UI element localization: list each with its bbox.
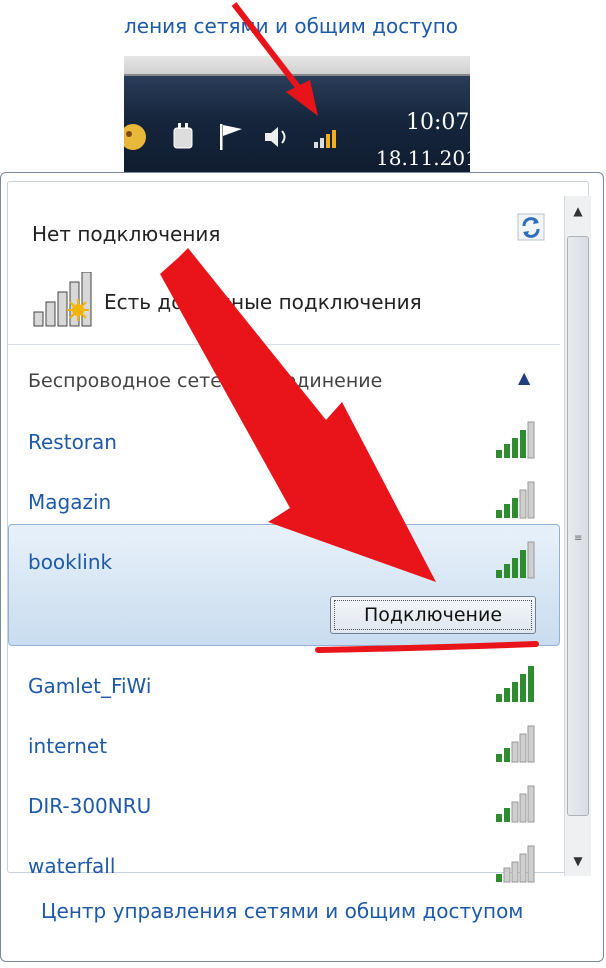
scrollbar-thumb[interactable]: ≡ (567, 236, 589, 816)
network-popup: Нет подключения Есть доступные подключен… (0, 172, 604, 962)
network-list-panel: Нет подключения Есть доступные подключен… (7, 181, 591, 883)
chevron-up-icon[interactable]: ▲ (518, 368, 530, 387)
connection-status-title: Нет подключения (32, 222, 221, 246)
clock-time[interactable]: 10:07 (406, 110, 469, 135)
scroll-up-arrow-icon[interactable]: ▲ (565, 196, 591, 226)
wifi-signal-icon (496, 785, 535, 823)
wifi-signal-icon (496, 666, 534, 702)
taskbar-screenshot: ления сетями и общим доступо 10:07 18.11… (124, 0, 470, 178)
wifi-signal-icon (496, 421, 535, 459)
clock-date[interactable]: 18.11.201 (376, 146, 470, 170)
network-item-restoran[interactable]: Restoran (28, 430, 117, 454)
speaker-icon[interactable] (260, 120, 294, 154)
system-tray (124, 120, 344, 164)
network-center-link-top[interactable]: ления сетями и общим доступо (124, 14, 458, 38)
refresh-icon[interactable] (516, 212, 546, 242)
connect-button[interactable]: Подключение (330, 596, 536, 634)
network-center-link[interactable]: Центр управления сетями и общим доступом (41, 899, 523, 923)
wireless-section-title: Беспроводное сетевое соединение (28, 370, 383, 392)
wifi-signal-icon (496, 845, 535, 883)
network-icon[interactable] (310, 120, 344, 154)
wifi-signal-icon (496, 725, 535, 763)
header-divider (124, 56, 470, 74)
app-icon[interactable] (124, 120, 150, 154)
network-item-magazin[interactable]: Magazin (28, 490, 111, 514)
flag-icon[interactable] (214, 120, 248, 154)
scrollbar[interactable]: ▲ ≡ ▼ (564, 196, 591, 876)
network-item-gamlet-fiwi[interactable]: Gamlet_FiWi (28, 674, 151, 698)
network-item-booklink[interactable]: booklink (28, 550, 112, 574)
wifi-signal-icon (32, 271, 98, 328)
wifi-signal-icon (496, 481, 535, 519)
network-item-dir-300nru[interactable]: DIR-300NRU (28, 794, 151, 818)
grip-icon: ≡ (574, 533, 583, 544)
available-connections-text: Есть доступные подключения (104, 290, 422, 314)
network-item-waterfall[interactable]: waterfall (28, 854, 115, 878)
scroll-down-arrow-icon[interactable]: ▼ (565, 846, 591, 876)
network-item-internet[interactable]: internet (28, 734, 107, 758)
divider (8, 344, 560, 345)
taskbar: 10:07 18.11.201 (124, 74, 470, 178)
wifi-signal-icon (496, 541, 535, 579)
power-plug-icon[interactable] (166, 120, 200, 154)
